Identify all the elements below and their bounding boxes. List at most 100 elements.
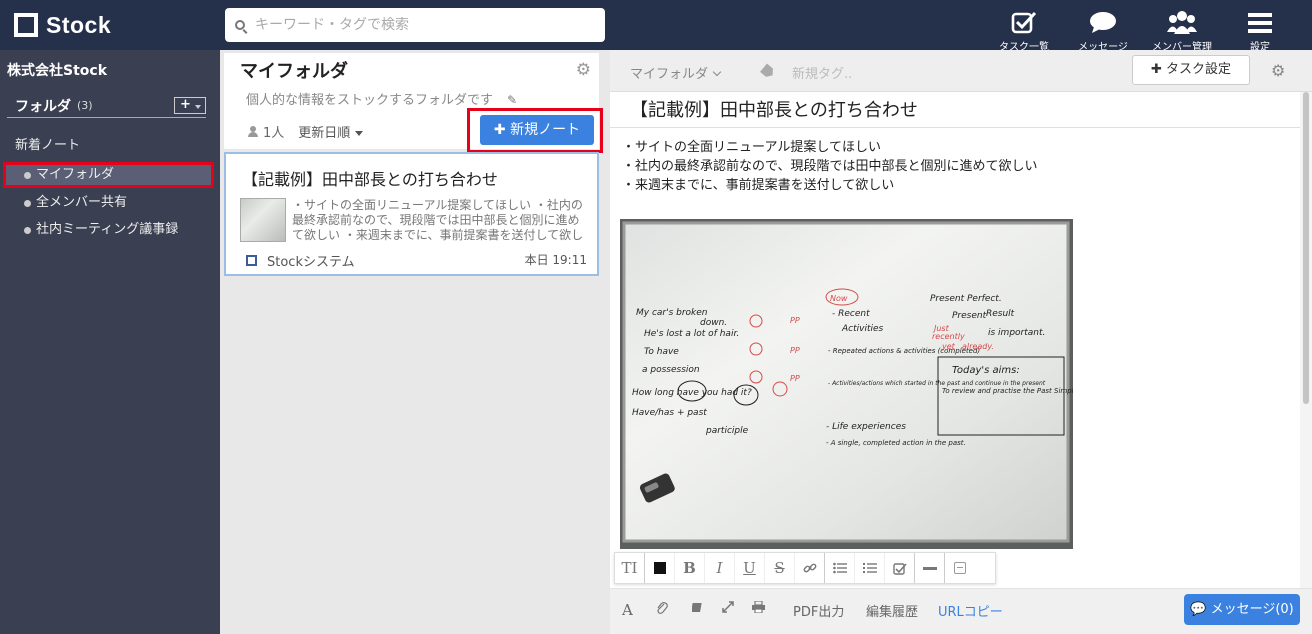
folder-description[interactable]: 個人的な情報をストックするフォルダです ✎: [246, 89, 517, 108]
wb-text: yet: [941, 342, 956, 351]
gear-icon[interactable]: ⚙: [1271, 61, 1285, 80]
bulleted-list-icon[interactable]: [825, 553, 855, 583]
folder-select-label: マイフォルダ: [630, 67, 709, 82]
note-date: 本日 19:11: [524, 253, 587, 267]
format-toolbar: TI B I U S: [614, 552, 996, 584]
wb-text: Today's aims:: [952, 365, 1020, 376]
book-icon[interactable]: [691, 601, 704, 617]
wb-text: - Repeated actions & activities (complet…: [828, 347, 980, 355]
note-list-panel: マイフォルダ ⚙ 個人的な情報をストックするフォルダです ✎ 1人 更新日順 ✚…: [220, 50, 610, 634]
note-card-title: 【記載例】田中部長との打ち合わせ: [242, 170, 498, 189]
menu-icon: [1240, 6, 1280, 34]
message-label: メッセージ(0): [1210, 602, 1294, 617]
url-copy-button[interactable]: URLコピー: [938, 601, 1003, 620]
underline-icon[interactable]: U: [735, 553, 765, 583]
search-input[interactable]: [255, 17, 585, 33]
numbered-list-icon[interactable]: [855, 553, 885, 583]
wb-text: - Recent: [832, 309, 870, 319]
wb-text: Activities: [841, 324, 884, 334]
members-icon: [1148, 6, 1216, 34]
italic-icon[interactable]: I: [705, 553, 735, 583]
divider: [610, 127, 1300, 128]
scrollbar-thumb[interactable]: [1303, 92, 1309, 404]
note-body[interactable]: ・サイトの全面リニューアル提案してほしい ・社内の最終承認前なので、現段階では田…: [622, 138, 1037, 195]
gear-icon[interactable]: ⚙: [576, 60, 591, 80]
body-line: ・サイトの全面リニューアル提案してほしい: [622, 140, 881, 155]
folder-title: マイフォルダ: [240, 61, 348, 82]
task-settings-button[interactable]: ✚ タスク設定: [1132, 55, 1250, 85]
stock-logo-icon: [246, 255, 257, 266]
attachment-icon[interactable]: [656, 601, 668, 619]
nav-task-list[interactable]: タスク一覧: [996, 0, 1052, 53]
tag-input[interactable]: 新規タグ..: [792, 63, 852, 82]
task-checkbox-icon: [996, 6, 1052, 34]
new-note-highlight: ✚ 新規ノート: [467, 108, 603, 153]
wb-text: down.: [700, 318, 727, 328]
wb-text: To have: [644, 347, 679, 357]
nav-members[interactable]: メンバー管理: [1148, 0, 1216, 53]
whiteboard-image: My car's broken down. He's lost a lot of…: [620, 219, 1073, 549]
wb-text: Result: [986, 309, 1015, 319]
folder-section-title: フォルダ: [15, 99, 71, 115]
sidebar-item-all-members[interactable]: 全メンバー共有: [3, 190, 214, 216]
sidebar-item-meeting-minutes[interactable]: 社内ミーティング議事録: [3, 217, 214, 243]
wb-text: PP: [790, 346, 800, 355]
chevron-down-icon: [712, 67, 722, 77]
message-button[interactable]: 💬 メッセージ(0): [1184, 594, 1300, 625]
print-icon[interactable]: [752, 600, 765, 617]
sidebar-item-new-notes[interactable]: 新着ノート: [15, 134, 80, 153]
plus-icon: ✚: [493, 122, 506, 138]
collapse-icon[interactable]: [945, 553, 975, 583]
chat-bubble-icon: [1074, 6, 1132, 34]
horizontal-rule-icon[interactable]: [915, 553, 945, 583]
nav-settings[interactable]: 設定: [1240, 0, 1280, 53]
pencil-icon[interactable]: ✎: [507, 93, 517, 107]
pdf-export-button[interactable]: PDF出力: [793, 601, 844, 620]
member-count: 1人: [263, 126, 285, 141]
note-title[interactable]: 【記載例】田中部長との打ち合わせ: [630, 96, 918, 122]
sidebar-item-my-folder[interactable]: マイフォルダ: [3, 162, 214, 188]
note-source: Stockシステム: [246, 251, 355, 270]
link-icon[interactable]: [795, 553, 825, 583]
editor-bottom-bar: A PDF出力 編集履歴 URLコピー 💬 メッセージ(0): [610, 588, 1312, 634]
wb-text: a possession: [642, 365, 700, 375]
checklist-icon[interactable]: [885, 553, 915, 583]
company-name: 株式会社Stock: [7, 63, 108, 79]
person-icon: [248, 126, 258, 137]
new-note-button[interactable]: ✚ 新規ノート: [480, 115, 594, 145]
strikethrough-icon[interactable]: S: [765, 553, 795, 583]
text-color-icon[interactable]: [645, 553, 675, 583]
wb-text: recently: [932, 332, 965, 341]
search-box[interactable]: [225, 8, 605, 42]
app-logo[interactable]: Stock: [14, 10, 111, 40]
sidebar: 株式会社Stock フォルダ (3) + 新着ノート マイフォルダ 全メンバー共…: [0, 50, 220, 634]
folder-select[interactable]: マイフォルダ: [630, 63, 722, 82]
wb-text: My car's broken: [636, 308, 708, 318]
wb-text: Now: [830, 294, 848, 303]
font-icon[interactable]: A: [622, 601, 633, 619]
caret-down-icon: [355, 131, 364, 136]
tag-icon: [760, 63, 776, 79]
edit-history-button[interactable]: 編集履歴: [866, 601, 918, 620]
sort-label: 更新日順: [298, 126, 351, 141]
expand-icon[interactable]: [722, 601, 734, 617]
wb-text: - Life experiences: [826, 422, 906, 432]
wb-text: Present Perfect.: [930, 294, 1002, 304]
wb-text: PP: [790, 316, 800, 325]
add-folder-button[interactable]: +: [174, 97, 206, 114]
bold-icon[interactable]: B: [675, 553, 705, 583]
wb-text: already.: [962, 342, 994, 351]
sort-dropdown[interactable]: 更新日順: [298, 122, 364, 141]
body-line: ・社内の最終承認前なので、現段階では田中部長と個別に進めて欲しい: [622, 159, 1038, 174]
text-size-icon[interactable]: TI: [615, 553, 645, 583]
note-thumbnail: [240, 198, 286, 242]
scrollbar[interactable]: [1300, 92, 1312, 634]
app-name: Stock: [46, 11, 112, 38]
wb-text: is important.: [988, 328, 1045, 338]
task-settings-label: タスク設定: [1166, 62, 1232, 77]
wb-text: - A single, completed action in the past…: [826, 439, 966, 447]
nav-message[interactable]: メッセージ: [1074, 0, 1132, 53]
note-card[interactable]: 【記載例】田中部長との打ち合わせ ・サイトの全面リニューアル提案してほしい ・社…: [224, 152, 599, 276]
folder-count: (3): [77, 99, 93, 112]
chat-bubble-icon: 💬: [1190, 602, 1207, 617]
